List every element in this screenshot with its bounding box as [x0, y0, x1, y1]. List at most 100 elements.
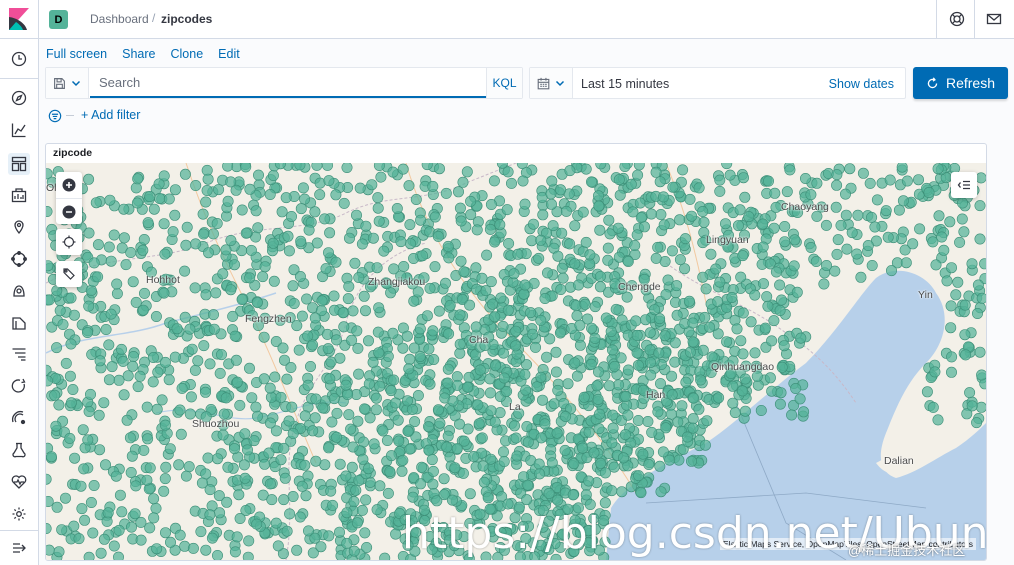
- collapse-icon[interactable]: [10, 539, 28, 557]
- quick-select-button[interactable]: [530, 68, 573, 98]
- dev-tools-icon[interactable]: [10, 441, 28, 459]
- ml-icon[interactable]: [10, 250, 28, 268]
- zipcode-dot: [108, 540, 120, 552]
- zipcode-dot: [238, 459, 250, 471]
- kql-language-toggle[interactable]: KQL: [486, 68, 522, 98]
- zipcode-dot: [323, 175, 335, 187]
- zipcode-dot: [654, 460, 666, 472]
- zipcode-dot: [612, 222, 624, 234]
- metrics-icon[interactable]: [10, 282, 28, 300]
- bar-chart-icon[interactable]: [10, 121, 28, 139]
- zipcode-dot: [427, 465, 439, 477]
- zipcode-dot: [685, 455, 697, 467]
- zipcode-dot: [269, 371, 281, 383]
- zipcode-dot: [846, 227, 858, 239]
- zipcode-dot: [650, 166, 662, 178]
- zipcode-dot: [234, 512, 246, 524]
- zipcode-dot: [640, 314, 652, 326]
- zipcode-dot: [424, 378, 436, 390]
- zipcode-dot: [138, 234, 150, 246]
- help-icon[interactable]: [949, 11, 965, 27]
- zipcode-dot: [638, 221, 650, 233]
- gear-icon[interactable]: [10, 505, 28, 523]
- chevron-down-icon: [71, 80, 81, 87]
- zipcode-dot: [310, 455, 322, 467]
- fit-data-bounds-button[interactable]: [56, 229, 82, 255]
- zipcode-dot: [189, 364, 201, 376]
- zipcode-dot: [857, 167, 869, 179]
- zoom-out-button[interactable]: [56, 198, 82, 224]
- zipcode-dot: [726, 292, 738, 304]
- legend-toggle-button[interactable]: [951, 172, 977, 198]
- zipcode-dot: [244, 272, 256, 284]
- kibana-logo[interactable]: [9, 8, 29, 30]
- maps-icon[interactable]: [10, 218, 28, 236]
- siem-icon[interactable]: [10, 409, 28, 427]
- clock-icon[interactable]: [10, 50, 28, 68]
- saved-query-button[interactable]: [46, 68, 89, 98]
- zipcode-dot: [60, 492, 71, 504]
- panel-title: zipcode: [53, 147, 93, 159]
- zipcode-dot: [221, 496, 233, 508]
- zoom-in-button[interactable]: [56, 172, 82, 198]
- uptime-icon[interactable]: [10, 377, 28, 395]
- zipcode-dot: [567, 489, 579, 501]
- show-dates-link[interactable]: Show dates: [829, 77, 894, 91]
- zipcode-dot: [201, 184, 213, 196]
- monitoring-icon[interactable]: [10, 473, 28, 491]
- zipcode-dot: [299, 410, 311, 422]
- zipcode-dot: [562, 378, 574, 390]
- add-filter-button[interactable]: + Add filter: [81, 108, 140, 122]
- refresh-button[interactable]: Refresh: [913, 67, 1008, 99]
- zipcode-dot: [584, 249, 596, 261]
- apm-icon[interactable]: [10, 345, 28, 363]
- zipcode-dot: [169, 209, 181, 221]
- zipcode-dot: [593, 423, 605, 435]
- zipcode-dot: [338, 197, 350, 209]
- time-range-label[interactable]: Last 15 minutes: [581, 77, 669, 91]
- breadcrumb-dashboard[interactable]: Dashboard: [90, 12, 149, 26]
- zipcode-dot: [434, 417, 446, 429]
- canvas-icon[interactable]: [10, 186, 28, 204]
- zipcode-dot: [299, 459, 311, 471]
- zipcode-dot: [687, 413, 699, 425]
- zipcode-dot: [451, 443, 463, 455]
- zipcode-dot: [202, 173, 214, 185]
- coordinate-map[interactable]: Ol Chaoyang Lingyuan Hohhot Zhangjiakou …: [46, 163, 986, 560]
- zipcode-dot: [441, 441, 453, 453]
- space-avatar[interactable]: D: [49, 10, 68, 29]
- zipcode-dot: [124, 432, 136, 444]
- zipcode-dot: [799, 173, 811, 184]
- zipcode-dot: [372, 326, 384, 338]
- zipcode-dot: [397, 163, 409, 175]
- full-screen-link[interactable]: Full screen: [46, 47, 107, 63]
- search-input[interactable]: [90, 68, 488, 98]
- zipcode-dot: [385, 385, 397, 397]
- zipcode-dot: [159, 248, 171, 260]
- share-link[interactable]: Share: [122, 47, 155, 63]
- edit-link[interactable]: Edit: [218, 47, 240, 63]
- zipcode-dot: [693, 403, 705, 415]
- mail-icon[interactable]: [986, 11, 1002, 27]
- zipcode-dot: [229, 330, 241, 342]
- zipcode-dot: [83, 173, 95, 185]
- zipcode-dot: [736, 385, 748, 397]
- breadcrumb-separator: /: [152, 11, 156, 25]
- zipcode-dot: [351, 517, 363, 529]
- zipcode-dot: [190, 179, 202, 191]
- zipcode-dot: [227, 310, 239, 322]
- clone-link[interactable]: Clone: [171, 47, 204, 63]
- zipcode-dot: [595, 457, 607, 469]
- filter-icon[interactable]: [48, 109, 62, 123]
- zipcode-dot: [519, 198, 531, 210]
- zipcode-dot: [64, 370, 76, 382]
- compass-icon[interactable]: [10, 89, 28, 107]
- zipcode-dot: [473, 418, 485, 430]
- zipcode-dot: [302, 330, 314, 342]
- dashboard-icon[interactable]: [8, 153, 30, 175]
- zipcode-dot: [300, 490, 312, 502]
- logs-icon[interactable]: [10, 314, 28, 332]
- zipcode-dot: [501, 204, 513, 216]
- draw-filter-button[interactable]: [56, 261, 82, 287]
- zipcode-dot: [342, 293, 354, 305]
